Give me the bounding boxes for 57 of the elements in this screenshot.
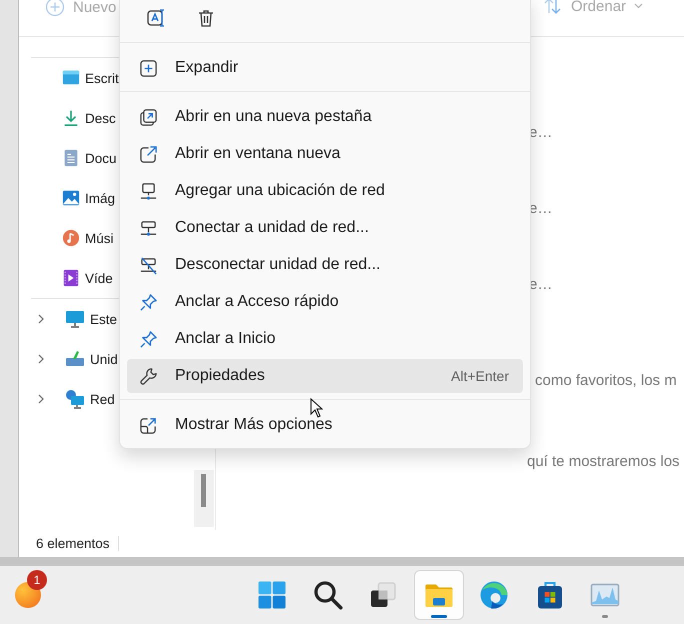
scrollbar[interactable] [194,470,214,527]
sort-icon [543,0,563,15]
drive-icon [65,349,85,369]
menu-item[interactable]: Anclar a Inicio [127,322,523,356]
menu-item[interactable]: Anclar a Acceso rápido [127,285,523,319]
network-drive-icon [139,218,158,238]
network-icon [65,389,85,409]
menu-item[interactable]: Agregar una ubicación de red [127,174,523,208]
pin-icon [139,292,158,312]
download-icon [62,109,80,127]
menu-item[interactable]: Abrir en ventana nueva [127,137,523,171]
video-icon [62,269,80,287]
network-monitor-icon [139,182,158,200]
nav-item[interactable]: Unid [36,339,118,379]
plus-icon [45,0,65,17]
item-count: 6 elementos [36,536,119,550]
nav-item[interactable]: Imág [62,178,116,218]
pin-icon [139,330,158,348]
picture-icon [62,189,80,207]
desktop-icon [62,69,80,87]
nav-item[interactable]: Víde [62,258,113,298]
disconnect-drive-icon [139,256,158,274]
nav-item[interactable]: Docu [62,138,117,178]
more-options-icon [139,416,158,434]
trash-icon [196,8,216,28]
start-icon [257,580,287,610]
cursor-icon [310,398,323,418]
chevron-icon[interactable] [36,394,46,404]
weather-widget[interactable]: 1 [15,570,53,608]
wrench-icon [139,366,158,386]
menu-item[interactable]: Conectar a unidad de red... [127,211,523,245]
menu-item[interactable]: Abrir en una nueva pestaña [127,100,523,134]
menu-item[interactable]: Expandir [127,51,523,85]
notification-badge: 1 [27,570,47,590]
nav-item[interactable]: Red [36,379,115,419]
item-text: como favoritos, los m [535,372,677,389]
plus-square-icon [139,58,158,78]
monitor-icon [65,309,85,329]
chevron-down-icon [634,3,644,9]
nav-item[interactable]: Escrit [62,58,119,98]
chevron-icon[interactable] [36,314,46,324]
item-text: quí te mostraremos los [527,453,680,470]
search-icon [312,580,342,610]
menu-item[interactable]: Desconectar unidad de red... [127,248,523,282]
translate-icon [146,8,166,28]
menu-item[interactable]: Mostrar Más opciones [127,408,523,442]
nav-item[interactable]: Este [36,299,118,339]
menu-item[interactable]: Propiedades Alt+Enter [127,359,523,393]
music-icon [62,229,80,247]
task-view-icon [368,580,398,610]
new-tab-icon [139,108,158,126]
open-window-icon [139,144,158,164]
browser-icon [479,580,509,610]
nav-item[interactable]: Músi [62,218,114,258]
nav-item[interactable]: Desc [62,98,116,138]
chevron-icon[interactable] [36,354,46,364]
document-icon [62,149,80,167]
